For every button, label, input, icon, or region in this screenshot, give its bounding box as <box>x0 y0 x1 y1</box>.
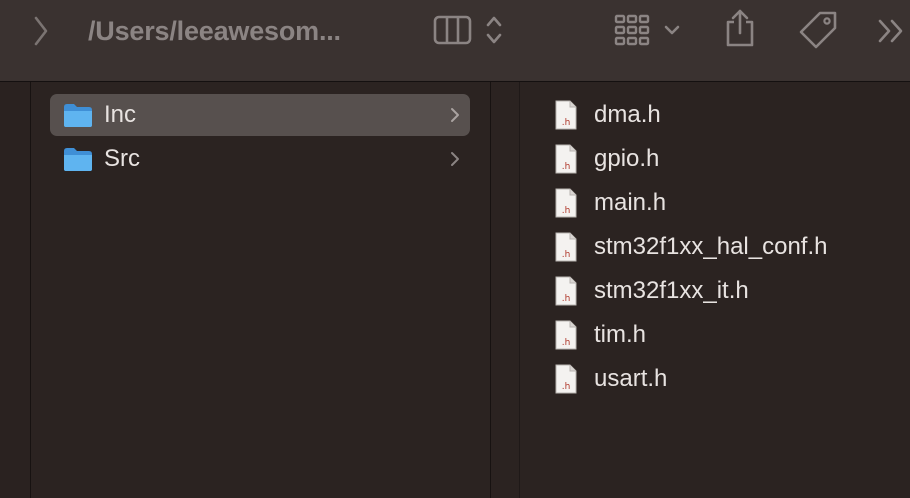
svg-text:.h: .h <box>562 118 571 128</box>
previous-column-edge <box>0 82 30 498</box>
column-view-icon <box>433 15 472 45</box>
share-icon <box>726 9 754 47</box>
tag-button[interactable] <box>796 8 842 52</box>
chevron-right-icon <box>450 138 460 180</box>
file-name: dma.h <box>594 101 661 128</box>
grid-view-icon <box>614 14 650 46</box>
h-file-icon: .h <box>555 364 577 394</box>
h-file-icon: .h <box>555 276 577 306</box>
file-name: stm32f1xx_hal_conf.h <box>594 233 828 260</box>
svg-text:.h: .h <box>562 338 571 348</box>
svg-text:.h: .h <box>562 250 571 260</box>
folder-icon <box>64 104 92 127</box>
file-row[interactable]: .h stm32f1xx_hal_conf.h <box>554 227 827 267</box>
tag-icon <box>799 11 837 49</box>
file-row[interactable]: .h tim.h <box>554 315 646 355</box>
file-name: stm32f1xx_it.h <box>594 277 749 304</box>
h-file-icon: .h <box>555 188 577 218</box>
chevron-down-icon <box>664 25 680 35</box>
file-row[interactable]: .h stm32f1xx_it.h <box>554 271 749 311</box>
path-title: /Users/leeawesom... <box>88 16 341 46</box>
file-name: usart.h <box>594 365 668 392</box>
file-name: gpio.h <box>594 145 660 172</box>
file-row[interactable]: .h dma.h <box>554 95 661 135</box>
folder-row-inc[interactable]: Inc <box>50 94 470 136</box>
more-chevrons-icon <box>878 19 903 43</box>
back-chevron-icon <box>34 16 48 46</box>
file-name: tim.h <box>594 321 647 348</box>
toolbar: /Users/leeawesom... <box>0 0 910 82</box>
h-file-icon: .h <box>555 320 577 350</box>
folder-name: Src <box>104 145 140 172</box>
h-file-icon: .h <box>555 100 577 130</box>
file-row[interactable]: .h usart.h <box>554 359 667 399</box>
share-button[interactable] <box>718 6 762 50</box>
file-name: main.h <box>594 189 667 216</box>
view-options-button[interactable] <box>426 10 508 50</box>
svg-text:.h: .h <box>562 206 571 216</box>
file-row[interactable]: .h gpio.h <box>554 139 659 179</box>
group-button[interactable] <box>608 10 684 50</box>
column-divider[interactable] <box>519 82 520 498</box>
svg-text:.h: .h <box>562 294 571 304</box>
column-divider[interactable] <box>490 82 491 498</box>
h-file-icon: .h <box>555 232 577 262</box>
h-file-icon: .h <box>555 144 577 174</box>
file-row[interactable]: .h main.h <box>554 183 666 223</box>
folder-row-src[interactable]: Src <box>50 138 470 180</box>
column-browser: Inc Src .h dma.h .h gpio.h .h main.h .h … <box>0 82 910 498</box>
up-down-chevron-icon <box>486 16 502 44</box>
folder-name: Inc <box>104 101 137 128</box>
chevron-right-icon <box>450 94 460 136</box>
folder-icon <box>64 148 92 171</box>
svg-text:.h: .h <box>562 382 571 392</box>
svg-text:.h: .h <box>562 162 571 172</box>
more-toolbar-items-button[interactable] <box>874 14 910 48</box>
column-divider[interactable] <box>30 82 31 498</box>
back-button[interactable] <box>26 12 56 50</box>
